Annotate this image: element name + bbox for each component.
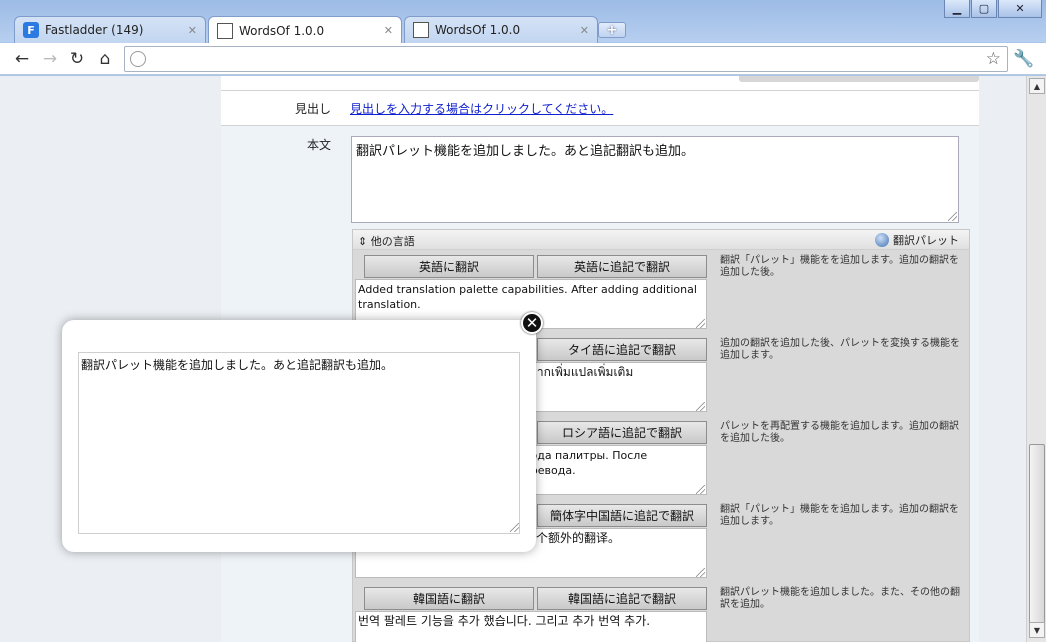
new-tab-button[interactable]: + [598, 22, 626, 38]
home-icon[interactable]: ⌂ [95, 49, 115, 69]
english-back-translation: 翻訳「パレット」機能をを追加します。追加の翻訳を追加した後。 [720, 255, 959, 278]
reload-icon[interactable]: ↻ [67, 49, 87, 69]
resize-grip[interactable] [510, 523, 519, 532]
translate-english-button[interactable]: 英語に翻訳 [364, 255, 534, 278]
tab-wordsof[interactable]: WordsOf 1.0.0 ✕ [404, 16, 598, 43]
scroll-up-icon[interactable]: ▲ [1029, 78, 1045, 94]
maximize-button[interactable]: ▢ [971, 0, 997, 18]
other-languages-toggle[interactable]: ⇕ 他の言語 [358, 233, 415, 249]
translation-popup: 翻訳パレット機能を追加しました。あと追記翻訳も追加。 [62, 320, 536, 552]
body-textarea[interactable]: 翻訳パレット機能を追加しました。あと追記翻訳も追加。 [351, 136, 959, 223]
globe-icon [130, 51, 146, 67]
forward-arrow-icon[interactable]: → [40, 49, 60, 69]
bookmark-star-icon[interactable]: ☆ [986, 49, 1001, 69]
thai-back-translation: 追加の翻訳を追加した後、パレットを変換する機能を追加します。 [720, 338, 960, 361]
divider [221, 90, 979, 91]
korean-textarea[interactable]: 번역 팔레트 기능을 추가 했습니다. 그리고 추가 번역 추가. [355, 611, 707, 642]
body-label: 本文 [306, 138, 331, 152]
resize-grip[interactable] [696, 485, 705, 494]
tab-title: WordsOf 1.0.0 [239, 23, 325, 38]
tab-wordsof-active[interactable]: WordsOf 1.0.0 ✕ [208, 16, 402, 44]
heading-input-link[interactable]: 見出しを入力する場合はクリックしてください。 [350, 100, 613, 117]
address-bar[interactable]: ☆ [124, 46, 1008, 72]
append-english-button[interactable]: 英語に追記で翻訳 [537, 255, 707, 278]
tab-fastladder[interactable]: F Fastladder (149) ✕ [14, 16, 206, 43]
translation-palette-button[interactable]: 翻訳パレット [875, 232, 959, 248]
popup-close-icon[interactable]: ✕ [521, 312, 543, 334]
translate-korean-button[interactable]: 韓国語に翻訳 [364, 587, 534, 610]
tab-title: WordsOf 1.0.0 [435, 23, 521, 37]
korean-back-translation: 翻訳パレット機能を追加しました。また、その他の翻訳を追加。 [720, 587, 960, 610]
browser-toolbar: ← → ↻ ⌂ ☆ 🔧 [0, 43, 1046, 75]
resize-grip[interactable] [696, 568, 705, 577]
other-languages-header[interactable]: ⇕ 他の言語 翻訳パレット [353, 230, 969, 250]
tab-title: Fastladder (149) [45, 23, 144, 37]
append-chinese-button[interactable]: 簡体字中国語に追記で翻訳 [537, 504, 707, 527]
minimize-button[interactable]: ▁ [944, 0, 970, 18]
document-icon [413, 22, 429, 38]
translation-palette-label: 翻訳パレット [893, 234, 959, 247]
back-arrow-icon[interactable]: ← [12, 49, 32, 69]
tab-close-icon[interactable]: ✕ [384, 24, 393, 37]
title-bar: ▁ ▢ ✕ F Fastladder (149) ✕ WordsOf 1.0.0… [0, 0, 1046, 44]
scroll-thumb[interactable] [1029, 444, 1045, 624]
fastladder-icon: F [23, 22, 39, 38]
scroll-down-icon[interactable]: ▼ [1029, 622, 1045, 638]
tab-close-icon[interactable]: ✕ [188, 24, 197, 37]
heading-label: 見出し [294, 102, 331, 116]
wrench-icon[interactable]: 🔧 [1013, 49, 1034, 69]
russian-back-translation: パレットを再配置する機能を追加します。追加の翻訳を追加した後。 [720, 421, 959, 444]
resize-grip[interactable] [696, 402, 705, 411]
append-russian-button[interactable]: ロシア語に追記で翻訳 [537, 421, 707, 444]
tab-close-icon[interactable]: ✕ [580, 24, 589, 37]
document-icon [217, 22, 233, 39]
resize-grip[interactable] [696, 319, 705, 328]
window-controls: ▁ ▢ ✕ [944, 0, 1042, 18]
vertical-scrollbar[interactable]: ▲ ▼ [1026, 76, 1046, 642]
popup-textarea[interactable]: 翻訳パレット機能を追加しました。あと追記翻訳も追加。 [78, 352, 520, 534]
close-window-button[interactable]: ✕ [998, 0, 1042, 18]
address-input[interactable] [151, 49, 971, 69]
append-korean-button[interactable]: 韓国語に追記で翻訳 [537, 587, 707, 610]
top-button-strip [739, 76, 979, 82]
append-thai-button[interactable]: タイ語に追記で翻訳 [537, 338, 707, 361]
chinese-back-translation: 翻訳「パレット」機能をを追加します。追加の翻訳を追加します。 [720, 504, 959, 527]
resize-grip[interactable] [948, 212, 957, 221]
palette-globe-icon [875, 233, 889, 247]
